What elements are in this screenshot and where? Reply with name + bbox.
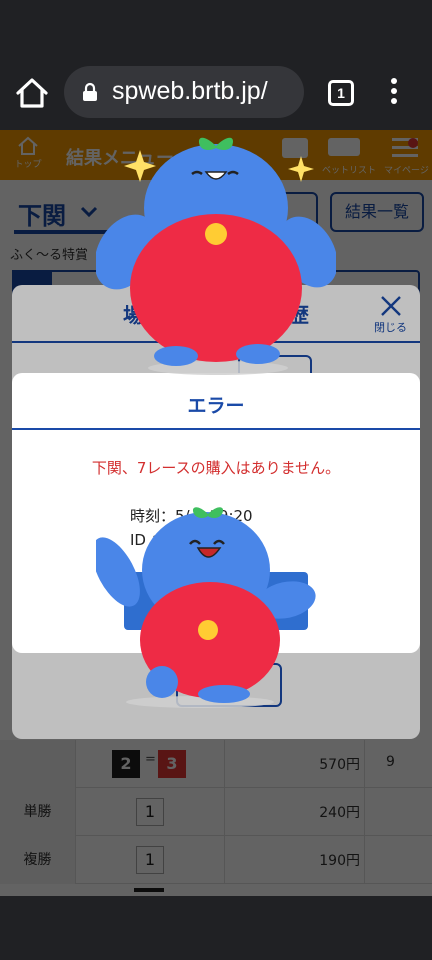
system-nav-bar [0,896,432,960]
address-bar[interactable]: spweb.brtb.jp/ [64,66,304,118]
title-divider [12,428,420,430]
error-message: 下関、7レースの購入はありません。 [91,459,341,477]
lock-icon [82,82,98,102]
error-title: エラー [187,395,245,417]
status-bar [0,0,432,56]
tab-switcher-button[interactable]: 1 [328,80,354,106]
mascot-character-icon [96,137,336,375]
home-icon[interactable] [14,76,50,110]
url-text: spweb.brtb.jp/ [112,77,268,105]
more-options-icon[interactable] [386,78,402,108]
browser-toolbar: spweb.brtb.jp/ 1 [0,56,432,130]
mascot-waving-icon [96,507,316,708]
